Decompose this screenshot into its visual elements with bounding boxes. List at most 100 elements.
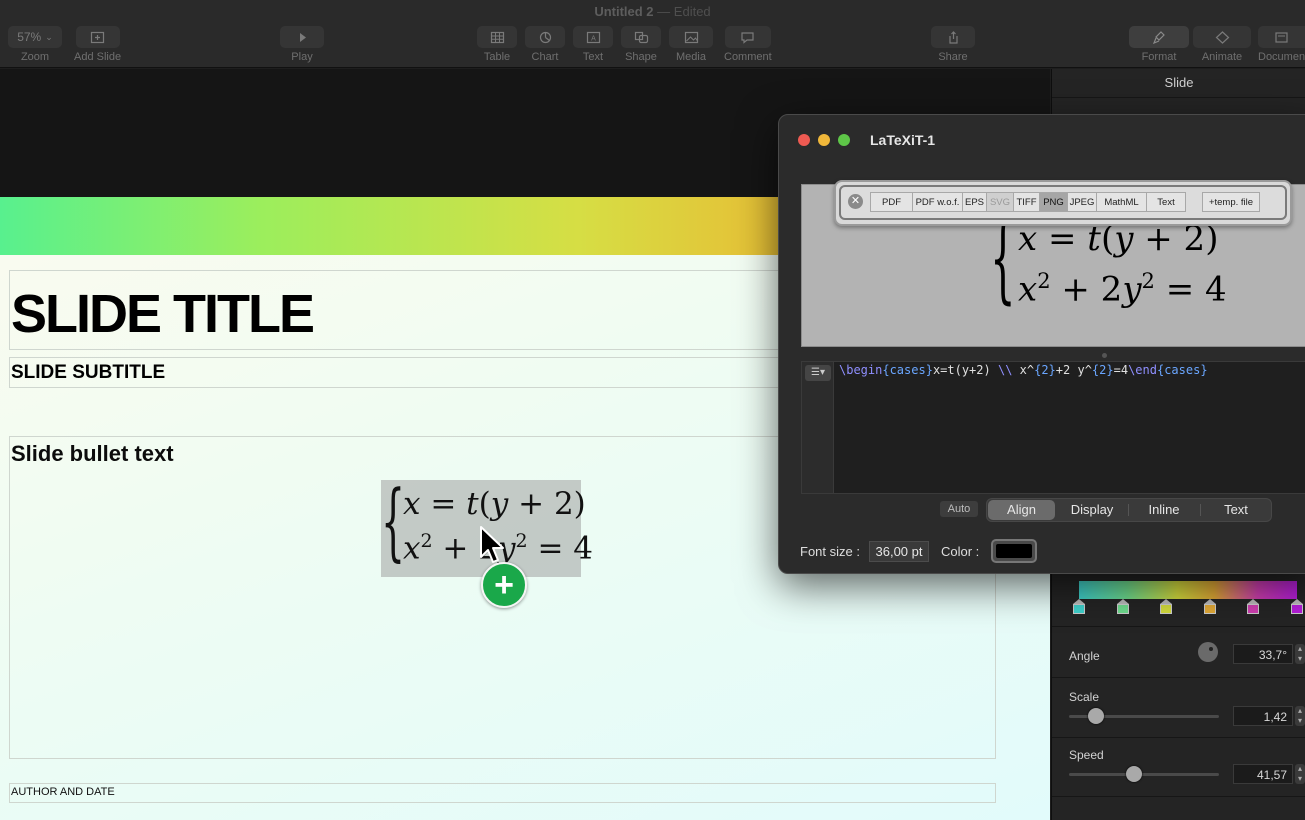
speed-slider-knob[interactable] <box>1125 766 1142 782</box>
text-button[interactable]: A Text <box>573 26 613 63</box>
table-label: Table <box>483 51 511 63</box>
comment-icon <box>724 26 771 48</box>
chart-icon <box>525 26 565 48</box>
zoom-label: Zoom <box>20 51 50 63</box>
slide-author-date[interactable]: AUTHOR AND DATE <box>11 786 115 798</box>
mode-display[interactable]: Display <box>1057 500 1127 520</box>
format-svg[interactable]: SVG <box>986 192 1014 212</box>
latex-source-editor[interactable]: ☰▾ \begin{cases}x=t(y+2) \\ x^{2}+2 y^{2… <box>801 361 1305 494</box>
mode-segmented-control: Align Display Inline Text <box>986 498 1272 522</box>
export-format-bar: ✕ PDF PDF w.o.f. EPS SVG TIFF PNG JPEG M… <box>834 180 1292 226</box>
play-label: Play <box>291 51 313 63</box>
plus-copy-icon: + <box>481 562 527 608</box>
auto-mode-button[interactable]: Auto <box>940 501 978 517</box>
text-icon: A <box>573 26 613 48</box>
play-icon <box>280 26 324 48</box>
font-size-field[interactable]: 36,00 pt <box>869 541 929 562</box>
format-pdf-wof[interactable]: PDF w.o.f. <box>912 192 963 212</box>
add-slide-icon <box>75 26 120 48</box>
format-label: Format <box>1141 51 1177 63</box>
mode-align[interactable]: Align <box>988 500 1055 520</box>
document-button[interactable]: Document <box>1258 26 1305 63</box>
share-icon <box>931 26 975 48</box>
scale-stepper[interactable]: ▴ ▾ <box>1295 706 1305 726</box>
table-icon <box>477 26 517 48</box>
document-name: Untitled 2 <box>594 4 654 19</box>
gradient-stop[interactable] <box>1204 599 1216 614</box>
format-eps[interactable]: EPS <box>962 192 987 212</box>
scale-field[interactable]: 1,42 <box>1233 706 1293 726</box>
zoom-dropdown[interactable]: 57% ⌄ <box>8 26 62 48</box>
table-button[interactable]: Table <box>477 26 517 63</box>
shape-button[interactable]: Shape <box>621 26 661 63</box>
share-label: Share <box>938 51 968 63</box>
color-label: Color : <box>941 544 980 559</box>
close-icon[interactable]: ✕ <box>848 194 863 209</box>
chart-button[interactable]: Chart <box>525 26 565 63</box>
media-button[interactable]: Media <box>669 26 713 63</box>
format-text[interactable]: Text <box>1146 192 1186 212</box>
gradient-stop[interactable] <box>1073 599 1085 614</box>
angle-field[interactable]: 33,7° <box>1233 644 1293 664</box>
list-menu-icon[interactable]: ☰▾ <box>805 365 831 381</box>
mode-text[interactable]: Text <box>1201 500 1271 520</box>
zoom-window-button[interactable] <box>838 134 850 146</box>
slide-title[interactable]: SLIDE TITLE <box>11 283 315 345</box>
temp-file-button[interactable]: +temp. file <box>1202 192 1260 212</box>
inspector-divider <box>1052 97 1305 98</box>
format-tiff[interactable]: TIFF <box>1013 192 1040 212</box>
keynote-window: Untitled 2 — Edited 57% ⌄ Zoom Add Slide… <box>0 0 1305 820</box>
angle-dial[interactable] <box>1198 642 1218 662</box>
animate-button[interactable]: Animate <box>1193 26 1251 63</box>
slide-subtitle[interactable]: SLIDE SUBTITLE <box>11 362 165 384</box>
author-placeholder[interactable] <box>9 783 996 803</box>
add-slide-button[interactable]: Add Slide <box>74 26 121 63</box>
gradient-stop[interactable] <box>1160 599 1172 614</box>
speed-slider[interactable] <box>1069 773 1219 776</box>
speed-field[interactable]: 41,57 <box>1233 764 1293 784</box>
media-label: Media <box>676 51 706 63</box>
equation-line-1: x = t(y + 2) <box>403 486 586 522</box>
angle-stepper[interactable]: ▴ ▾ <box>1295 644 1305 664</box>
latexit-titlebar[interactable]: LaTeXiT-1 <box>779 115 1305 165</box>
title-separator: — <box>657 4 671 19</box>
slide-bullet-text[interactable]: Slide bullet text <box>11 441 174 467</box>
edited-status: Edited <box>673 4 711 19</box>
gradient-preview-bar[interactable] <box>1079 581 1297 599</box>
toolbar: Untitled 2 — Edited 57% ⌄ Zoom Add Slide… <box>0 0 1305 68</box>
minimize-window-button[interactable] <box>818 134 830 146</box>
chevron-down-icon: ⌄ <box>45 31 53 42</box>
editor-gutter: ☰▾ <box>802 362 834 493</box>
format-png[interactable]: PNG <box>1039 192 1068 212</box>
inspector-tab-slide[interactable]: Slide <box>1052 75 1305 90</box>
scale-slider-knob[interactable] <box>1088 708 1104 724</box>
color-well[interactable] <box>991 539 1037 563</box>
window-title: Untitled 2 — Edited <box>0 4 1305 19</box>
format-pdf[interactable]: PDF <box>870 192 913 212</box>
gradient-stop[interactable] <box>1117 599 1129 614</box>
color-swatch <box>996 544 1032 558</box>
shape-icon <box>621 26 661 48</box>
format-jpeg[interactable]: JPEG <box>1067 192 1097 212</box>
svg-text:A: A <box>591 35 596 42</box>
comment-button[interactable]: Comment <box>724 26 772 63</box>
close-window-button[interactable] <box>798 134 810 146</box>
angle-label: Angle <box>1069 649 1100 663</box>
paintbrush-icon <box>1129 26 1189 48</box>
play-button[interactable]: Play <box>280 26 324 63</box>
speed-label: Speed <box>1069 748 1104 762</box>
zoom-control[interactable]: 57% ⌄ Zoom <box>8 26 62 63</box>
gradient-stop[interactable] <box>1247 599 1259 614</box>
speed-stepper[interactable]: ▴ ▾ <box>1295 764 1305 784</box>
animate-label: Animate <box>1201 51 1243 63</box>
gradient-stop[interactable] <box>1291 599 1303 614</box>
share-button[interactable]: Share <box>931 26 975 63</box>
equation-brace: { <box>381 472 406 570</box>
zoom-value: 57% <box>17 30 42 44</box>
format-button[interactable]: Format <box>1129 26 1189 63</box>
latex-source-code[interactable]: \begin{cases}x=t(y+2) \\ x^{2}+2 y^{2}=4… <box>839 363 1208 377</box>
format-mathml[interactable]: MathML <box>1096 192 1147 212</box>
split-handle[interactable] <box>1102 353 1107 358</box>
mode-inline[interactable]: Inline <box>1129 500 1199 520</box>
shape-label: Shape <box>625 51 657 63</box>
